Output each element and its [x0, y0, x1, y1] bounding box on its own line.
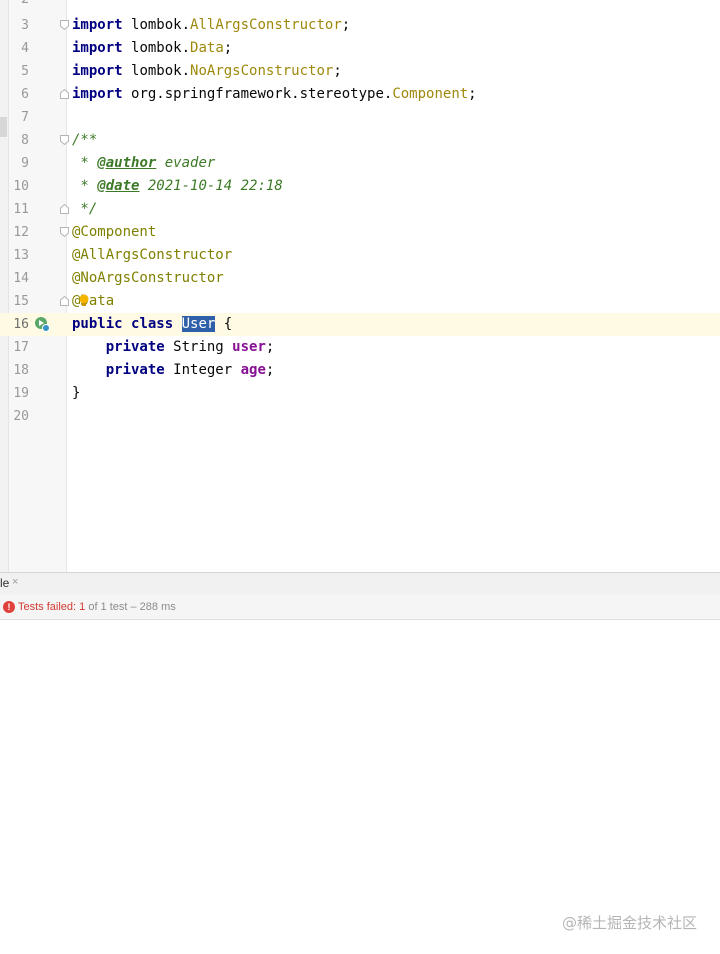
keyword: public	[72, 316, 123, 332]
import-keyword: import	[72, 17, 123, 33]
error-icon: !	[3, 601, 15, 613]
import-keyword: import	[72, 40, 123, 56]
semicolon: ;	[223, 40, 233, 56]
annotation: @AllArgsConstructor	[72, 247, 233, 263]
line-number: 18	[13, 363, 29, 378]
fold-marker-icon[interactable]	[60, 204, 69, 214]
tests-summary-label: of 1 test – 288 ms	[85, 601, 176, 613]
line-number: 6	[21, 87, 29, 102]
package-name: lombok.	[131, 40, 191, 56]
import-keyword: import	[72, 63, 123, 79]
javadoc-tag: @author	[97, 155, 157, 171]
line-number: 9	[21, 156, 29, 171]
class-reference: AllArgsConstructor	[190, 17, 342, 33]
test-status-bar: ! Tests failed: 1 of 1 test – 288 ms	[0, 595, 720, 620]
javadoc-value: evader	[156, 155, 216, 171]
code-line: 19 }	[0, 382, 720, 405]
line-number: 12	[13, 225, 29, 240]
run-gutter-icon[interactable]	[34, 316, 50, 332]
code-line: 18 private Integer age;	[0, 359, 720, 382]
class-name-selected[interactable]: User	[181, 316, 216, 332]
semicolon: ;	[468, 86, 477, 102]
tests-failed-label: Tests failed: 1	[18, 601, 86, 613]
closing-brace: }	[72, 385, 81, 401]
test-status-text: Tests failed: 1 of 1 test – 288 ms	[18, 595, 176, 619]
fold-marker-icon[interactable]	[60, 20, 69, 30]
semicolon: ;	[265, 339, 275, 355]
line-number: 2	[9, 0, 29, 11]
code-line: 3 import lombok.AllArgsConstructor;	[0, 14, 720, 37]
javadoc-open: /**	[72, 132, 98, 148]
code-line: 11 */	[0, 198, 720, 221]
intention-bulb-icon[interactable]	[79, 293, 89, 307]
code-line: 9 * @author evader	[0, 152, 720, 175]
run-tab[interactable]: le	[0, 576, 9, 590]
package-name: lombok.	[131, 63, 191, 79]
javadoc-value: 2021-10-14 22:18	[139, 178, 283, 194]
fold-marker-icon[interactable]	[60, 227, 69, 237]
line-number: 11	[13, 202, 29, 217]
code-line: 20	[0, 405, 720, 428]
line-number: 7	[21, 110, 29, 125]
code-line: 4 import lombok.Data;	[0, 37, 720, 60]
code-line: 5 import lombok.NoArgsConstructor;	[0, 60, 720, 83]
line-number: 3	[21, 18, 29, 33]
code-line: 2	[0, 0, 720, 11]
line-number: 16	[13, 317, 29, 332]
type-name: String	[164, 339, 233, 355]
line-number: 14	[13, 271, 29, 286]
class-reference: NoArgsConstructor	[190, 63, 334, 79]
type-name: Integer	[164, 362, 241, 378]
package-name: lombok.	[131, 17, 191, 33]
code-line: 15 @Data	[0, 290, 720, 313]
javadoc-star: *	[72, 178, 98, 194]
code-line: 10 * @date 2021-10-14 22:18	[0, 175, 720, 198]
line-number: 10	[13, 179, 29, 194]
line-number: 20	[13, 409, 29, 424]
annotation: @Component	[72, 224, 157, 240]
line-number: 4	[21, 41, 29, 56]
code-line: 6 import org.springframework.stereotype.…	[0, 83, 720, 106]
field-name: user	[232, 339, 266, 355]
line-number: 13	[13, 248, 29, 263]
fold-marker-icon[interactable]	[60, 89, 69, 99]
keyword: class	[131, 316, 174, 332]
semicolon: ;	[265, 362, 275, 378]
keyword: private	[105, 362, 165, 378]
import-keyword: import	[72, 86, 123, 102]
code-line: 13 @AllArgsConstructor	[0, 244, 720, 267]
class-reference: Component	[392, 86, 469, 102]
code-line: 7	[0, 106, 720, 129]
semicolon: ;	[333, 63, 342, 79]
field-name: age	[240, 362, 266, 378]
javadoc-star: *	[72, 155, 98, 171]
fold-marker-icon[interactable]	[60, 296, 69, 306]
package-name: org.springframework.stereotype.	[131, 86, 393, 102]
code-line: 17 private String user;	[0, 336, 720, 359]
line-number: 8	[21, 133, 29, 148]
line-number: 15	[13, 294, 29, 309]
close-icon[interactable]: ×	[12, 576, 18, 588]
line-number: 19	[13, 386, 29, 401]
semicolon: ;	[341, 17, 351, 33]
code-line-current: 16 public class User {	[0, 313, 720, 336]
code-line: 14 @NoArgsConstructor	[0, 267, 720, 290]
code-line: 12 @Component	[0, 221, 720, 244]
run-panel-tabbar: le ×	[0, 572, 720, 596]
brace: {	[215, 316, 233, 332]
annotation: @NoArgsConstructor	[72, 270, 224, 286]
javadoc-close: */	[72, 201, 98, 217]
javadoc-tag: @date	[97, 178, 140, 194]
class-reference: Data	[190, 40, 224, 56]
code-line: 8 /**	[0, 129, 720, 152]
fold-marker-icon[interactable]	[60, 135, 69, 145]
line-number: 17	[13, 340, 29, 355]
watermark: @稀土掘金技术社区	[562, 914, 698, 932]
line-number: 5	[21, 64, 29, 79]
keyword: private	[105, 339, 165, 355]
code-editor[interactable]: 2 3 import lombok.AllArgsConstructor; 4 …	[0, 0, 720, 572]
